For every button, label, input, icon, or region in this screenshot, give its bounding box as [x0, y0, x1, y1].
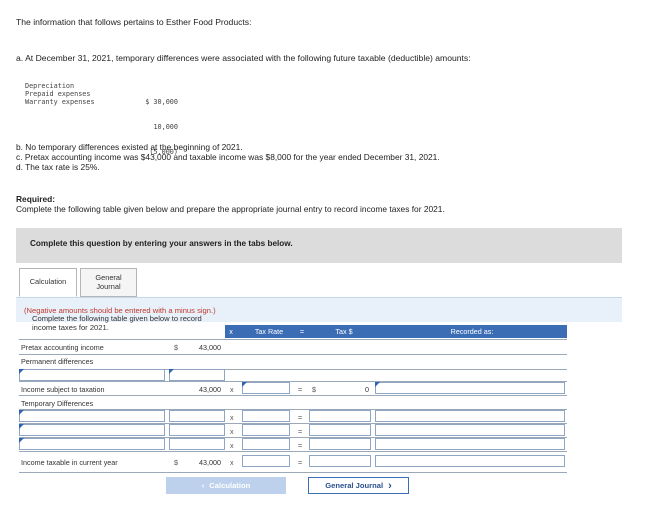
tax-table: Pretax accounting income $ 43,000 Perman…: [19, 325, 567, 473]
instruction-banner: Complete this question by entering your …: [16, 228, 622, 263]
temp-equals: =: [298, 427, 303, 436]
permanent-diff-amount-input[interactable]: [169, 369, 225, 381]
subject-label: Income subject to taxation: [21, 385, 105, 394]
temp-tax-input[interactable]: [309, 438, 371, 450]
input-flag: [375, 382, 380, 387]
subject-tax-rate-input[interactable]: [242, 382, 290, 394]
prev-calculation-button[interactable]: ‹ Calculation: [166, 477, 286, 494]
difference-label: Prepaid expenses: [25, 90, 91, 99]
current-equals: =: [298, 458, 303, 467]
current-tax-input[interactable]: [309, 455, 371, 467]
temp-recorded-as-select[interactable]: [375, 410, 565, 422]
temp-equals: =: [298, 441, 303, 450]
current-dollar: $: [174, 458, 178, 467]
tab-calculation[interactable]: Calculation: [19, 268, 77, 297]
parts-bcd: b. No temporary differences existed at t…: [16, 142, 440, 172]
input-flag: [242, 382, 247, 387]
tab-general-journal-label-2: Journal: [96, 281, 121, 291]
temp-diff-amount-input[interactable]: [169, 438, 225, 450]
temp-tax-rate-input[interactable]: [242, 438, 290, 450]
temp-diff-desc-input[interactable]: [19, 438, 165, 450]
input-flag: [19, 410, 24, 415]
next-general-journal-button[interactable]: General Journal ›: [308, 477, 409, 494]
pretax-value: 43,000: [199, 343, 221, 352]
temp-diff-desc-input[interactable]: [19, 424, 165, 436]
required-heading: Required:: [16, 194, 56, 204]
temp-diff-desc-input[interactable]: [19, 410, 165, 422]
next-button-label: General Journal: [325, 481, 384, 490]
input-flag: [169, 369, 174, 374]
current-label: Income taxable in current year: [21, 458, 118, 467]
temp-tax-input[interactable]: [309, 410, 371, 422]
part-d-text: d. The tax rate is 25%.: [16, 161, 100, 172]
temp-recorded-as-select[interactable]: [375, 424, 565, 436]
pretax-dollar: $: [174, 343, 178, 352]
permanent-label: Permanent differences: [21, 357, 94, 366]
temp-times: x: [230, 427, 234, 436]
subject-tax: 0: [365, 385, 369, 394]
input-flag: [19, 424, 24, 429]
subject-equals: =: [298, 385, 303, 394]
chevron-left-icon: ‹: [201, 481, 205, 490]
subject-recorded-as-select[interactable]: [375, 382, 565, 394]
permanent-diff-desc-input[interactable]: [19, 369, 165, 381]
tab-general-journal[interactable]: General Journal: [80, 268, 137, 297]
tab-calculation-label: Calculation: [29, 277, 67, 287]
required-section: Required: Complete the following table g…: [16, 194, 445, 214]
current-value: 43,000: [199, 458, 221, 467]
subject-value: 43,000: [199, 385, 221, 394]
banner-text: Complete this question by entering your …: [30, 239, 293, 248]
difference-amount: 10,000: [153, 123, 178, 132]
subject-dollar: $: [312, 385, 316, 394]
temp-times: x: [230, 441, 234, 450]
temp-tax-rate-input[interactable]: [242, 424, 290, 436]
difference-label: Depreciation: [25, 82, 75, 90]
prev-button-label: Calculation: [209, 481, 251, 490]
intro-text: The information that follows pertains to…: [16, 17, 252, 27]
temp-equals: =: [298, 413, 303, 422]
temp-diff-amount-input[interactable]: [169, 424, 225, 436]
chevron-right-icon: ›: [388, 479, 392, 492]
part-a-text: a. At December 31, 2021, temporary diffe…: [16, 53, 471, 63]
difference-amount: $ 30,000: [145, 98, 178, 107]
difference-label: Warranty expenses: [25, 98, 95, 107]
temp-tax-rate-input[interactable]: [242, 410, 290, 422]
required-text: Complete the following table given below…: [16, 203, 445, 214]
input-flag: [19, 438, 24, 443]
temp-times: x: [230, 413, 234, 422]
input-flag: [19, 369, 24, 374]
temporary-label: Temporary Differences: [21, 399, 94, 408]
current-tax-rate-input[interactable]: [242, 455, 290, 467]
current-recorded-as-select[interactable]: [375, 455, 565, 467]
table-instruction: Complete the following table given below…: [16, 297, 622, 332]
differences-labels: Depreciation Prepaid expenses Warranty e…: [25, 82, 95, 107]
current-times: x: [230, 458, 234, 467]
pretax-label: Pretax accounting income: [21, 343, 104, 352]
subject-times: x: [230, 385, 234, 394]
temp-diff-amount-input[interactable]: [169, 410, 225, 422]
temp-tax-input[interactable]: [309, 424, 371, 436]
temp-recorded-as-select[interactable]: [375, 438, 565, 450]
